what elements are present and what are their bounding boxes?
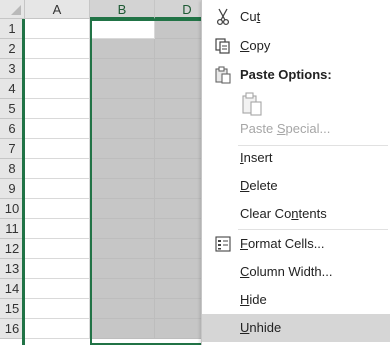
cell[interactable] [25,279,90,299]
format-cells-label-post: ormat Cells... [247,236,325,251]
cell[interactable] [90,119,155,139]
cell[interactable] [25,219,90,239]
menu-item-paste-special[interactable]: Paste Special... [202,115,390,143]
copy-icon [215,38,230,54]
cell[interactable] [25,59,90,79]
cell[interactable] [25,179,90,199]
paste-special-label-post: pecial... [285,121,331,136]
cell[interactable] [90,279,155,299]
cell[interactable] [25,79,90,99]
clear-contents-label-post: tents [298,206,327,221]
context-menu: Cut Copy Paste Options: Paste Special...… [201,0,390,345]
menu-item-copy[interactable]: Copy [202,32,390,60]
cell[interactable] [90,259,155,279]
format-cells-icon [215,236,231,252]
format-cells-label-key: F [240,236,248,251]
delete-label-post: elete [249,178,278,193]
copy-label-post: opy [249,38,271,53]
cell[interactable] [25,159,90,179]
menu-item-hide[interactable]: Hide [202,286,390,314]
cut-label-pre: Cu [240,9,257,24]
select-all-corner[interactable] [0,0,25,19]
menu-item-unhide[interactable]: Unhide [202,314,390,342]
cell[interactable] [90,99,155,119]
row-selection-indicator [22,19,25,345]
cell[interactable] [25,239,90,259]
menu-item-clear-contents[interactable]: Clear Contents [202,200,390,228]
paste-options-label: Paste Options: [240,67,332,82]
unhide-label-post: nhide [249,320,282,335]
cell[interactable] [90,299,155,319]
cell[interactable] [25,199,90,219]
hide-label-key: H [240,292,250,307]
cut-label-key: t [256,9,261,24]
cell[interactable] [25,39,90,59]
column-header-b[interactable]: B [90,0,155,19]
column-width-label-key: C [240,264,250,279]
select-all-triangle-icon [11,5,21,15]
cell[interactable] [90,199,155,219]
cell[interactable] [25,99,90,119]
menu-item-insert[interactable]: Insert [202,144,390,172]
delete-label-key: D [240,178,250,193]
cell[interactable] [90,139,155,159]
menu-item-format-cells[interactable]: Format Cells... [202,230,390,258]
clear-contents-label-key: n [291,206,299,221]
copy-label-key: C [240,38,250,53]
column-header-a[interactable]: A [25,0,90,19]
paste-special-label-key: S [276,121,286,136]
paste-option-icon [242,92,262,116]
menu-item-cut[interactable]: Cut [202,3,390,31]
column-width-label-post: olumn Width... [249,264,333,279]
clear-contents-label-pre: Clear Co [240,206,292,221]
paste-options-heading: Paste Options: [202,61,390,89]
cell[interactable] [25,19,90,39]
cell[interactable] [25,319,90,339]
cell[interactable] [90,239,155,259]
insert-label-post: nsert [243,150,273,165]
paste-icon [215,66,231,84]
cell[interactable] [90,19,155,39]
hide-label-post: ide [249,292,267,307]
paste-special-label-pre: Paste [240,121,277,136]
unhide-label-key: U [240,320,250,335]
cell[interactable] [90,219,155,239]
cell[interactable] [90,59,155,79]
cell[interactable] [25,119,90,139]
cell[interactable] [90,179,155,199]
paste-option-button[interactable] [240,91,264,117]
cell[interactable] [90,39,155,59]
cell[interactable] [90,159,155,179]
menu-item-delete[interactable]: Delete [202,172,390,200]
scissors-icon [216,8,230,26]
cell[interactable] [90,79,155,99]
cell[interactable] [25,299,90,319]
cell[interactable] [25,259,90,279]
cell[interactable] [25,139,90,159]
cell[interactable] [90,319,155,339]
menu-item-column-width[interactable]: Column Width... [202,258,390,286]
